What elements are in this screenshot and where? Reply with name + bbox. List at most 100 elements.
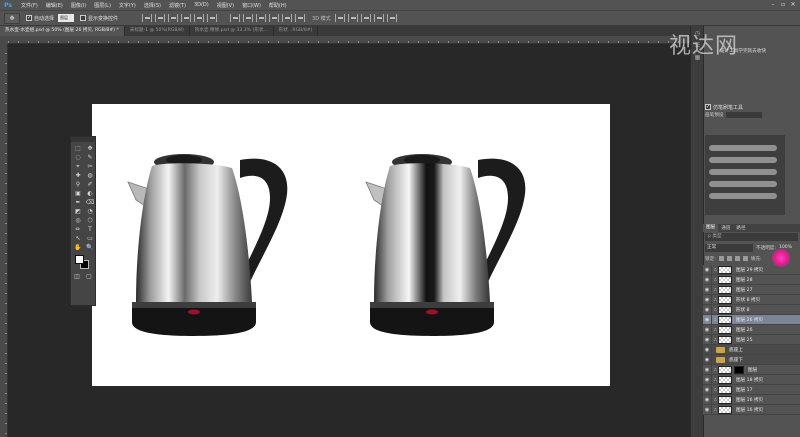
layer-row[interactable]: ◉ ⎍ 图层 16 拷贝 <box>703 394 800 405</box>
move-tool-icon[interactable]: ✥ <box>84 144 96 153</box>
eraser-tool-icon[interactable]: ◐ <box>84 189 96 198</box>
layer-row[interactable]: ◉ ⎍ 形状 8 拷贝 <box>703 294 800 305</box>
slice-tool-icon[interactable]: ✂ <box>84 162 96 171</box>
show-transform-checkbox[interactable] <box>80 15 87 21</box>
layers-panel-tab[interactable]: 路径 <box>733 225 748 231</box>
visibility-eye-icon[interactable]: ◉ <box>703 374 712 385</box>
visibility-eye-icon[interactable]: ◉ <box>703 304 712 315</box>
distribute-vcenter-icon[interactable] <box>243 14 254 22</box>
clone-stamp-tool-icon[interactable]: ✐ <box>84 180 96 189</box>
direct-select-tool-icon[interactable]: ↖ <box>72 234 84 243</box>
distribute-left-icon[interactable] <box>269 14 280 22</box>
close-icon[interactable]: ✕ <box>790 1 796 8</box>
menu-item[interactable]: 滤镜(T) <box>165 2 190 9</box>
hand-tool-icon[interactable]: ✋ <box>72 243 84 252</box>
visibility-eye-icon[interactable]: ◉ <box>703 274 712 285</box>
3d-slide-icon[interactable] <box>373 14 384 22</box>
lock-pixels-icon[interactable] <box>718 256 724 261</box>
distribute-hcenter-icon[interactable] <box>282 14 293 22</box>
lock-position-icon[interactable] <box>726 256 732 261</box>
3d-scale-icon[interactable] <box>386 14 397 22</box>
menu-item[interactable]: 文件(F) <box>17 2 42 9</box>
text-tool-icon[interactable]: T <box>84 225 96 234</box>
layer-row[interactable]: ◉ ⎍ 图层 25 <box>703 334 800 345</box>
blend-mode-select[interactable]: 正常 <box>705 243 753 252</box>
minimize-icon[interactable]: – <box>770 1 776 8</box>
document-tab[interactable]: 形状...RGB/8#) <box>274 26 319 36</box>
shape-tool-icon[interactable]: ✏ <box>72 225 84 234</box>
align-left-icon[interactable] <box>181 14 192 22</box>
rectangle-tool-icon[interactable]: ▭ <box>84 234 96 243</box>
restore-icon[interactable]: ▫ <box>780 1 786 8</box>
menu-item[interactable]: 文字(Y) <box>115 2 140 9</box>
document-tab[interactable]: 热水壶 精修.psd @ 33.3% (形状... <box>190 26 274 36</box>
visibility-eye-icon[interactable]: ◉ <box>703 404 712 415</box>
layer-row[interactable]: ◉ ⎍ 图层 29 拷贝 <box>703 265 800 275</box>
layers-panel-tab[interactable]: 通道 <box>718 225 733 231</box>
align-right-icon[interactable] <box>207 14 218 22</box>
quick-mask-icon[interactable]: ◫ <box>71 272 83 281</box>
zoom-tool-icon[interactable]: 🔍 <box>84 243 96 252</box>
menu-item[interactable]: 选择(S) <box>140 2 165 9</box>
path-select-tool-icon[interactable]: ⬡ <box>84 216 96 225</box>
menu-item[interactable]: 图层(L) <box>90 2 115 9</box>
type-tool-icon[interactable]: ◎ <box>72 216 84 225</box>
align-hcenter-icon[interactable] <box>194 14 205 22</box>
lasso-tool-icon[interactable]: ◌ <box>72 153 84 162</box>
menu-item[interactable]: 视图(V) <box>213 2 238 9</box>
menu-item[interactable]: 编辑(E) <box>42 2 67 9</box>
layer-row[interactable]: ◉ ⎍ 图层 26 拷贝 <box>703 314 800 325</box>
move-tool-icon[interactable]: ✥ <box>4 12 20 24</box>
distribute-bottom-icon[interactable] <box>256 14 267 22</box>
healing-tool-icon[interactable]: ◍ <box>84 171 96 180</box>
foreground-color-swatch[interactable] <box>75 255 84 264</box>
layer-group-row[interactable]: ◉ 底座上 <box>703 344 800 355</box>
3d-roll-icon[interactable] <box>347 14 358 22</box>
3d-rotate-icon[interactable] <box>334 14 345 22</box>
align-top-icon[interactable] <box>142 14 153 22</box>
layer-row[interactable]: ◉ ⎍ 图层 27 <box>703 284 800 295</box>
menu-item[interactable]: 图像(I) <box>67 2 90 9</box>
layer-row[interactable]: ◉ ⎍ 图层 26 <box>703 324 800 335</box>
distribute-top-icon[interactable] <box>230 14 241 22</box>
layer-row[interactable]: ◉ ⎍ 图层 18 拷贝 <box>703 374 800 385</box>
auto-select-target-select[interactable]: 图层 <box>58 14 75 22</box>
layer-row[interactable]: ◉ ⎍ 形状 8 <box>703 304 800 315</box>
screen-mode-icon[interactable]: ▢ <box>83 272 95 281</box>
document-canvas[interactable] <box>92 104 610 386</box>
align-vcenter-icon[interactable] <box>155 14 166 22</box>
3d-drag-icon[interactable] <box>360 14 371 22</box>
layer-row[interactable]: ◉ ⎍ 图层 28 <box>703 274 800 285</box>
document-tab[interactable]: 未标题-1 @ 50%(RGB/8) <box>125 26 190 36</box>
visibility-eye-icon[interactable]: ◉ <box>703 314 712 325</box>
crop-tool-icon[interactable]: ⌖ <box>72 162 84 171</box>
menu-item[interactable]: 窗口(W) <box>238 2 265 9</box>
marquee-tool-icon[interactable]: ⬚ <box>72 144 84 153</box>
lock-artboard-icon[interactable] <box>734 256 740 261</box>
layer-group-row[interactable]: ◉ 底座下 <box>703 354 800 365</box>
visibility-eye-icon[interactable]: ◉ <box>703 265 712 275</box>
visibility-eye-icon[interactable]: ◉ <box>703 344 712 355</box>
document-tab[interactable]: 热水壶-水壶组.psd @ 50% (图层 26 拷贝, RGB/8#) * <box>0 26 125 36</box>
visibility-eye-icon[interactable]: ◉ <box>703 354 712 365</box>
dodge-tool-icon[interactable]: ◩ <box>72 207 84 216</box>
vertical-ruler[interactable] <box>0 44 8 437</box>
visibility-eye-icon[interactable]: ◉ <box>703 284 712 295</box>
gradient-tool-icon[interactable]: ✒ <box>72 198 84 207</box>
layer-filter-input[interactable]: p 类型 <box>705 233 798 241</box>
visibility-eye-icon[interactable]: ◉ <box>703 384 712 395</box>
brush-preset-input[interactable] <box>726 112 763 118</box>
layer-row[interactable]: ◉ ⎍ 图层 17 <box>703 384 800 395</box>
horizontal-ruler[interactable] <box>8 36 703 44</box>
history-brush-tool-icon[interactable]: ▣ <box>72 189 84 198</box>
blur-tool-icon[interactable]: ⌫ <box>84 198 96 207</box>
menu-item[interactable]: 3D(D) <box>190 2 213 9</box>
visibility-eye-icon[interactable]: ◉ <box>703 334 712 345</box>
layers-panel-tab[interactable]: 图层 <box>703 224 719 232</box>
lock-all-icon[interactable] <box>742 256 748 261</box>
visibility-eye-icon[interactable]: ◉ <box>703 294 712 305</box>
visibility-eye-icon[interactable]: ◉ <box>703 364 712 375</box>
menu-item[interactable]: 帮助(H) <box>265 2 291 9</box>
auto-select-checkbox[interactable]: ✓ <box>26 15 32 21</box>
quick-select-tool-icon[interactable]: ✎ <box>84 153 96 162</box>
